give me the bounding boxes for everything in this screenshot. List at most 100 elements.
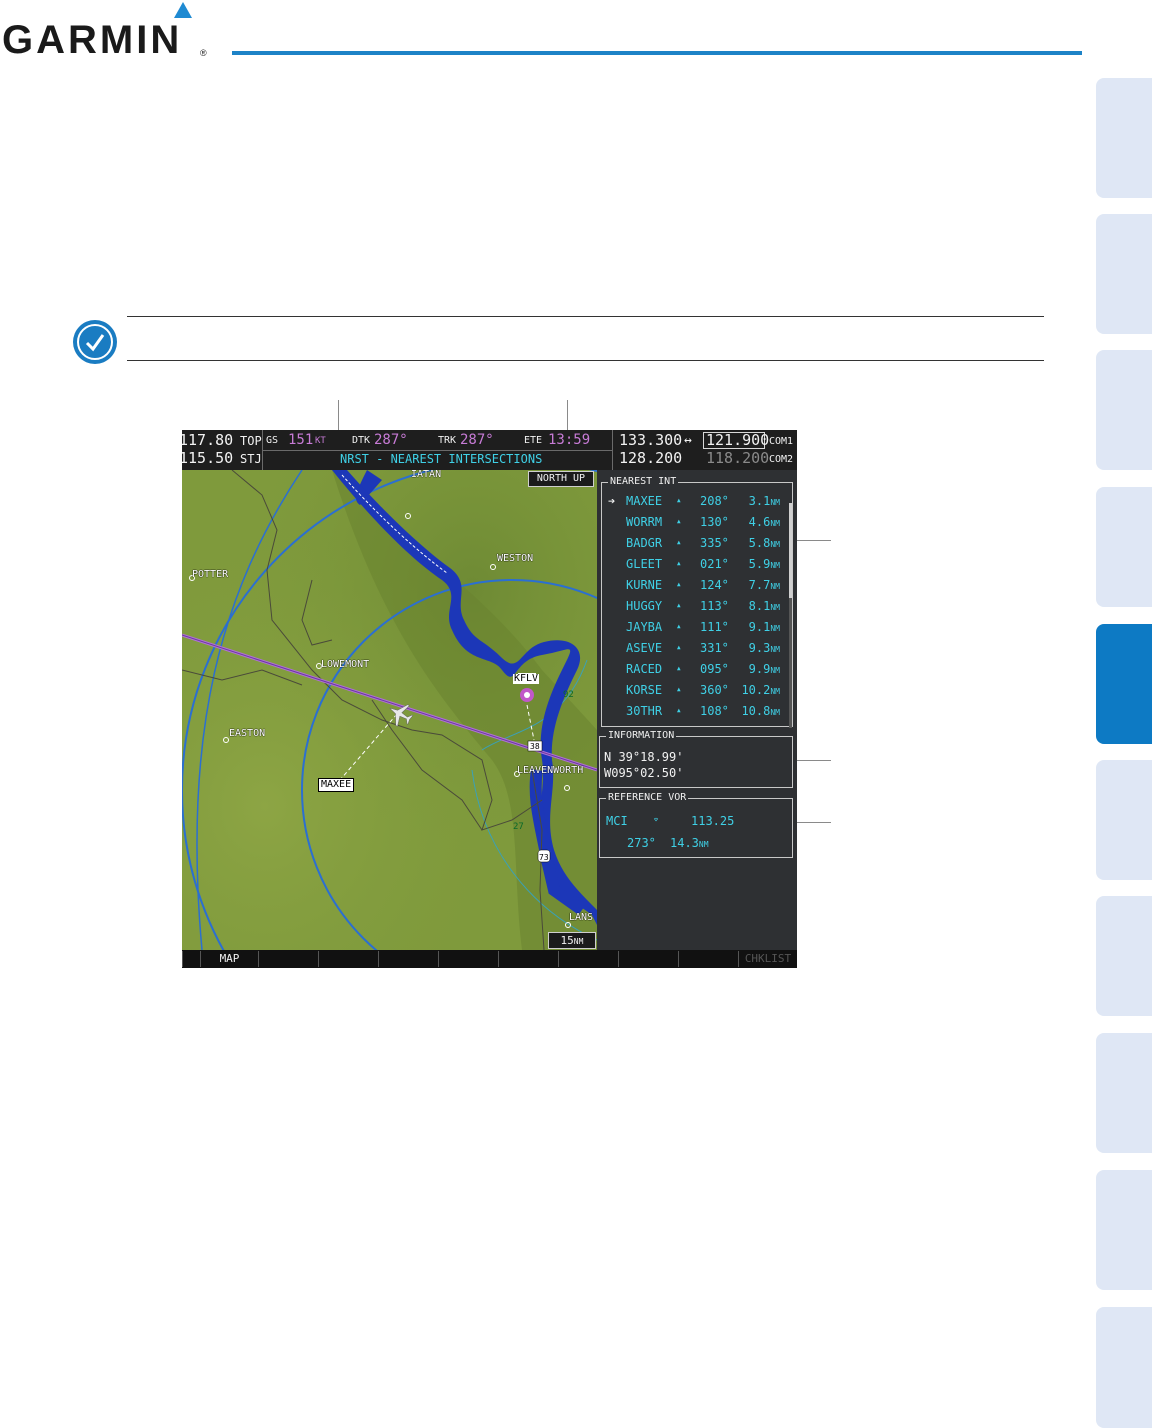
nearest-int-row[interactable]: GLEET ▲ 021° 5.9NM [602,554,792,575]
callout-line-information [797,760,831,761]
nearest-int-row[interactable]: HUGGY ▲ 113° 8.1NM [602,596,792,617]
nearest-int-distance-unit: NM [770,540,780,549]
nearest-int-distance-value: 10.8 [741,704,771,718]
side-tab-7[interactable] [1096,896,1152,1016]
nearest-int-distance: 10.2NM [741,684,780,696]
com1-active-frequency[interactable]: 121.900 [706,433,769,448]
hwy-92-label: 92 [563,690,574,700]
side-tab-3[interactable] [1096,350,1152,470]
bearing-arrow-icon: ▲ [677,623,681,630]
bearing-arrow-icon: ▲ [677,644,681,651]
side-tab-5-active[interactable] [1096,624,1152,744]
vor-icon: ⌔ [653,815,660,826]
nearest-int-bearing: 331° [700,641,729,655]
nearest-int-row[interactable]: KURNE ▲ 124° 7.7NM [602,575,792,596]
nearest-int-distance-unit: NM [770,645,780,654]
dtk-label: DTK [352,435,371,446]
nearest-int-bearing: 124° [700,578,729,592]
nearest-int-row[interactable]: JAYBA ▲ 111° 9.1NM [602,617,792,638]
softkey-10[interactable] [678,951,738,967]
nearest-int-distance-unit: NM [770,561,780,570]
softkey-7[interactable] [498,951,558,967]
ete-value: 13:59 [548,432,591,448]
nearest-int-distance-unit: NM [770,666,780,675]
nearest-int-distance: 9.1NM [749,621,780,633]
ete-label: ETE [524,435,543,446]
nearest-int-bearing: 208° [700,494,729,508]
bearing-arrow-icon: ▲ [677,560,681,567]
nearest-int-id: WORRM [626,515,663,529]
nearest-int-row[interactable]: ASEVE ▲ 331° 9.3NM [602,638,792,659]
nearest-int-bearing: 095° [700,662,729,676]
reference-vor-frequency: 113.25 [691,814,735,828]
waypoint-maxee-label[interactable]: MAXEE [318,778,355,792]
softkey-9[interactable] [618,951,678,967]
nearest-int-distance-unit: NM [770,519,780,528]
nearest-int-id: KORSE [626,683,663,697]
nearest-int-distance-value: 3.1 [748,494,771,508]
nearest-panel: NEAREST INT ➔ MAXEE ▲ 208° 3.1NM WORRM ▲ 130° 4.… [597,470,797,950]
com1-standby-frequency[interactable]: 133.300 [619,433,682,448]
side-tab-8[interactable] [1096,1033,1152,1153]
nearest-int-row[interactable]: 30THR ▲ 108° 10.8NM [602,701,792,722]
nav1-identifier: TOP [240,434,262,448]
softkey-2[interactable]: MAP [200,951,258,967]
nearest-int-distance-value: 7.7 [748,578,771,592]
nearest-int-row[interactable]: BADGR ▲ 335° 5.8NM [602,533,792,554]
nearest-int-distance-value: 5.8 [748,536,771,550]
navigation-map[interactable]: IATAN WESTON POTTER LOWEMONT EASTON LEAV… [182,470,597,950]
nearest-int-distance: 9.9NM [749,663,780,675]
softkey-11[interactable]: CHKLIST [738,951,797,967]
nearest-int-distance-value: 9.3 [748,641,771,655]
nearest-int-row[interactable]: KORSE ▲ 360° 10.2NM [602,680,792,701]
nearest-int-row[interactable]: RACED ▲ 095° 9.9NM [602,659,792,680]
nearest-int-bearing: 021° [700,557,729,571]
bearing-arrow-icon: ▲ [677,602,681,609]
map-label-kflv: KFLV [513,673,540,684]
softkey-6[interactable] [438,951,498,967]
com2-standby-frequency[interactable]: 128.200 [619,451,682,466]
side-tab-4[interactable] [1096,487,1152,607]
nav1-frequency[interactable]: 117.80 [182,433,233,448]
side-tab-6[interactable] [1096,760,1152,880]
reference-vor-title: REFERENCE VOR [606,792,689,804]
callout-line-nearest [797,540,831,541]
softkey-1[interactable] [182,951,200,967]
com-swap-arrow-icon[interactable]: ↔ [684,434,692,447]
side-tab-10[interactable] [1096,1307,1152,1428]
nav2-identifier: STJ [240,452,262,466]
nearest-int-distance: 9.3NM [749,642,780,654]
softkey-5[interactable] [378,951,438,967]
reference-vor-distance-unit: NM [698,840,709,849]
nearest-int-id: 30THR [626,704,663,718]
softkey-8[interactable] [558,951,618,967]
title-divider [262,450,612,451]
side-tab-1[interactable] [1096,78,1152,198]
map-graphics [182,470,597,950]
side-tab-9[interactable] [1096,1170,1152,1290]
map-range-unit: NM [573,937,584,946]
nearest-int-bearing: 111° [700,620,729,634]
nearest-int-id: ASEVE [626,641,663,655]
nearest-int-distance: 8.1NM [749,600,780,612]
nearest-int-id: GLEET [626,557,663,571]
gs-value: 151 [288,432,314,448]
note-top-rule [127,316,1044,317]
nearest-int-distance: 3.1NM [749,495,780,507]
nearest-int-bearing: 130° [700,515,729,529]
side-tab-2[interactable] [1096,214,1152,334]
map-label-leavenworth: LEAVENWORTH [517,765,584,776]
reference-vor-id[interactable]: MCI [606,815,628,827]
map-label-lowemont: LOWEMONT [321,659,370,670]
nearest-int-title: NEAREST INT [608,476,679,488]
com2-label: COM2 [769,454,794,465]
nav2-frequency[interactable]: 115.50 [182,451,233,466]
com2-active-frequency[interactable]: 118.200 [706,451,769,466]
nearest-int-row[interactable]: WORRM ▲ 130° 4.6NM [602,512,792,533]
nearest-int-distance: 10.8NM [741,705,780,717]
softkey-4[interactable] [318,951,378,967]
nearest-int-id: KURNE [626,578,663,592]
nearest-int-row[interactable]: ➔ MAXEE ▲ 208° 3.1NM [602,491,792,512]
softkey-3[interactable] [258,951,318,967]
note-check-icon [73,320,117,364]
